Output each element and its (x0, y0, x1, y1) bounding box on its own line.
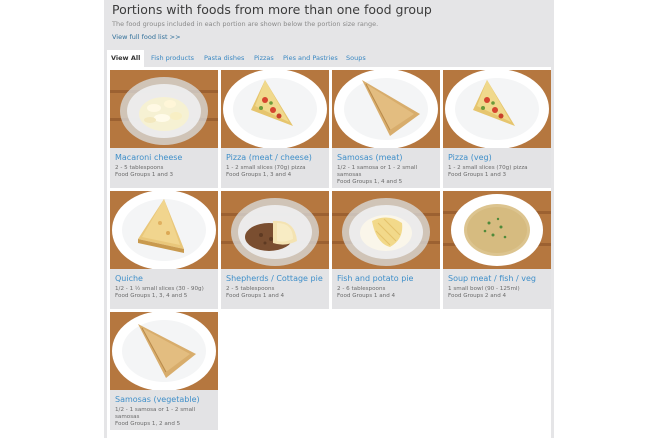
food-card-pizza-veg[interactable]: Pizza (veg) 1 - 2 small slices (70g) piz… (443, 70, 551, 188)
portion-size: 1/2 - 1 samosa or 1 - 2 small samosas (337, 165, 418, 178)
macaroni-bowl-photo (110, 70, 218, 148)
food-card-pizza-meat-cheese[interactable]: Pizza (meat / cheese) 1 - 2 small slices… (221, 70, 329, 188)
food-portion: 1/2 - 1 samosa or 1 - 2 small samosas Fo… (115, 407, 215, 428)
category-tabs: View All Fish products Pasta dishes Pizz… (107, 50, 551, 67)
tab-pies-and-pastries[interactable]: Pies and Pastries (279, 50, 342, 67)
portion-size: 1 small bowl (90 - 125ml) (448, 286, 520, 292)
food-groups: Food Groups 2 and 4 (448, 293, 507, 299)
food-portion: 2 - 6 tablespoons Food Groups 1 and 4 (337, 286, 437, 300)
food-groups: Food Groups 1 and 4 (226, 293, 285, 299)
food-name: Samosas (meat) (337, 153, 403, 162)
quiche-photo (110, 191, 218, 269)
food-name: Fish and potato pie (337, 274, 414, 283)
page-subtitle: The food groups included in each portion… (112, 20, 379, 28)
food-groups: Food Groups 1, 3 and 4 (226, 172, 292, 178)
food-groups: Food Groups 1, 2 and 5 (115, 421, 181, 427)
food-name: Pizza (meat / cheese) (226, 153, 312, 162)
food-card-soup[interactable]: Soup meat / fish / veg 1 small bowl (90 … (443, 191, 551, 309)
food-groups: Food Groups 1, 3, 4 and 5 (115, 293, 188, 299)
tab-pasta-dishes[interactable]: Pasta dishes (200, 50, 248, 67)
food-portion: 1 - 2 small slices (70g) pizza Food Grou… (448, 165, 548, 179)
food-portion: 1/2 - 1 samosa or 1 - 2 small samosas Fo… (337, 165, 437, 186)
page-title: Portions with foods from more than one f… (112, 2, 432, 17)
food-panel: Portions with foods from more than one f… (104, 0, 554, 438)
food-name: Quiche (115, 274, 143, 283)
fish-pie-bowl-photo (332, 191, 440, 269)
food-name: Samosas (vegetable) (115, 395, 200, 404)
portion-size: 1/2 - 1 samosa or 1 - 2 small samosas (115, 407, 196, 420)
samosa-photo (332, 70, 440, 148)
food-portion: 1/2 - 1 ½ small slices (30 - 90g) Food G… (115, 286, 215, 300)
tab-pizzas[interactable]: Pizzas (250, 50, 278, 67)
food-portion: 2 - 5 tablespoons Food Groups 1 and 3 (115, 165, 215, 179)
pie-bowl-photo (221, 191, 329, 269)
portion-size: 2 - 6 tablespoons (337, 286, 386, 292)
food-card-samosas-meat[interactable]: Samosas (meat) 1/2 - 1 samosa or 1 - 2 s… (332, 70, 440, 188)
food-portion: 1 small bowl (90 - 125ml) Food Groups 2 … (448, 286, 548, 300)
food-card-quiche[interactable]: Quiche 1/2 - 1 ½ small slices (30 - 90g)… (110, 191, 218, 309)
portion-size: 2 - 5 tablespoons (115, 165, 164, 171)
food-groups: Food Groups 1 and 3 (448, 172, 507, 178)
food-groups: Food Groups 1, 4 and 5 (337, 179, 403, 185)
food-name: Macaroni cheese (115, 153, 183, 162)
tab-fish-products[interactable]: Fish products (147, 50, 198, 67)
food-name: Shepherds / Cottage pie (226, 274, 323, 283)
tab-soups[interactable]: Soups (342, 50, 370, 67)
food-portion: 1 - 2 small slices (70g) pizza Food Grou… (226, 165, 326, 179)
food-groups: Food Groups 1 and 4 (337, 293, 396, 299)
samosa-photo (110, 312, 218, 390)
food-grid: Macaroni cheese 2 - 5 tablespoons Food G… (107, 67, 551, 438)
food-card-macaroni-cheese[interactable]: Macaroni cheese 2 - 5 tablespoons Food G… (110, 70, 218, 188)
portion-size: 1/2 - 1 ½ small slices (30 - 90g) (115, 286, 204, 292)
food-groups: Food Groups 1 and 3 (115, 172, 174, 178)
portion-size: 1 - 2 small slices (70g) pizza (226, 165, 306, 171)
pizza-slice-photo (221, 70, 329, 148)
portion-size: 1 - 2 small slices (70g) pizza (448, 165, 528, 171)
food-portion: 2 - 5 tablespoons Food Groups 1 and 4 (226, 286, 326, 300)
food-name: Pizza (veg) (448, 153, 492, 162)
portion-size: 2 - 5 tablespoons (226, 286, 275, 292)
view-full-food-list-link[interactable]: View full food list >> (112, 33, 181, 41)
food-name: Soup meat / fish / veg (448, 274, 536, 283)
food-card-shepherds-cottage-pie[interactable]: Shepherds / Cottage pie 2 - 5 tablespoon… (221, 191, 329, 309)
food-card-fish-and-potato-pie[interactable]: Fish and potato pie 2 - 6 tablespoons Fo… (332, 191, 440, 309)
soup-bowl-photo (443, 191, 551, 269)
food-card-samosas-vegetable[interactable]: Samosas (vegetable) 1/2 - 1 samosa or 1 … (110, 312, 218, 430)
pizza-slice-photo (443, 70, 551, 148)
tab-view-all[interactable]: View All (107, 50, 144, 67)
